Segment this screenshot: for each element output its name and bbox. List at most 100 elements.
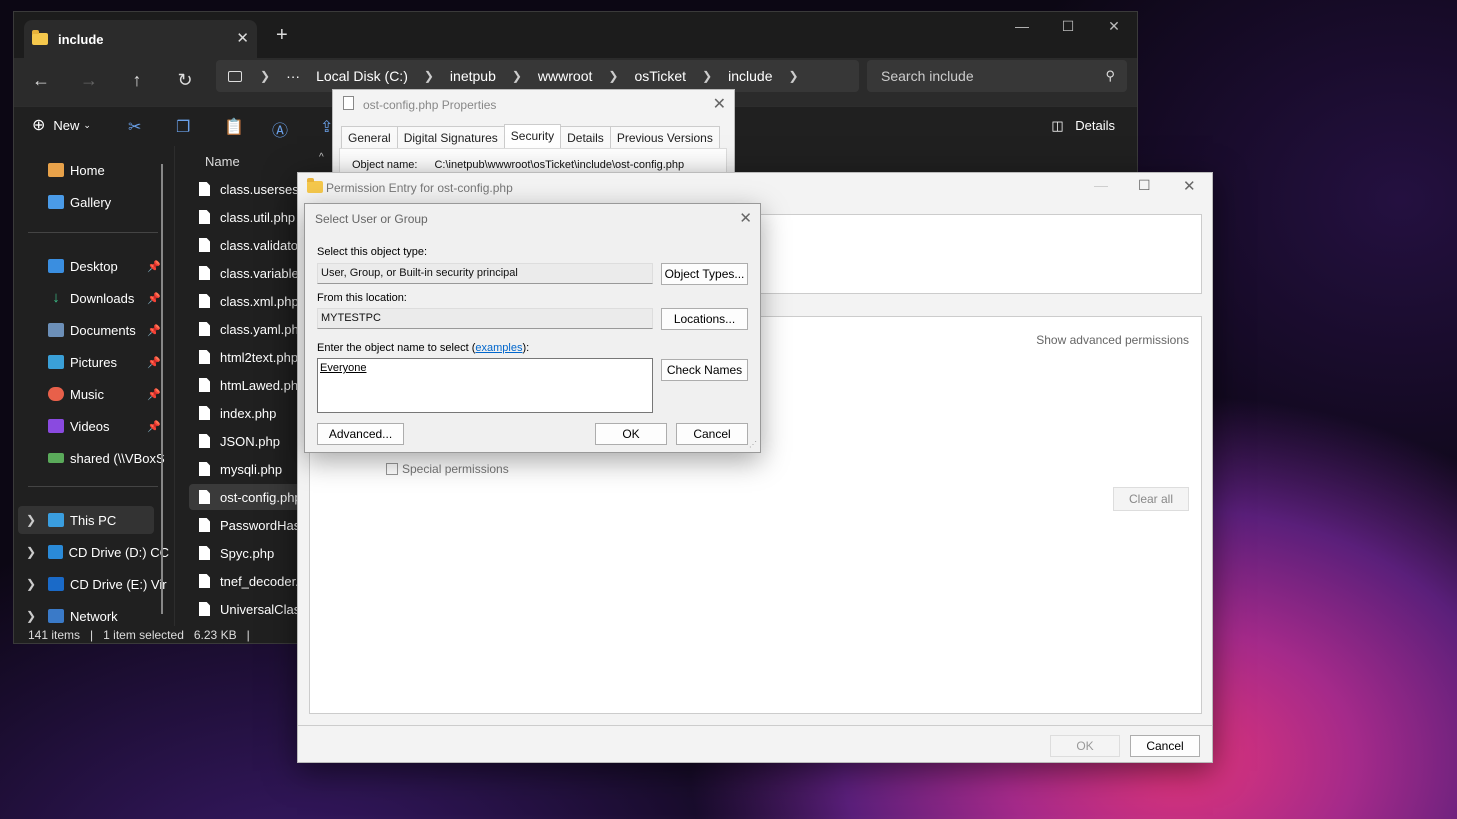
breadcrumb-osticket[interactable]: osTicket bbox=[634, 68, 686, 84]
cancel-button[interactable]: Cancel bbox=[676, 423, 748, 445]
file-name: class.xml.php bbox=[220, 293, 299, 309]
tab-include[interactable]: include ✕ bbox=[24, 20, 257, 58]
divider bbox=[28, 232, 158, 233]
new-button[interactable]: ⊕ New ⌄ bbox=[32, 115, 91, 135]
breadcrumb-inetpub[interactable]: inetpub bbox=[450, 68, 496, 84]
pin-icon[interactable]: 📌 bbox=[147, 388, 161, 401]
pin-icon[interactable]: 📌 bbox=[147, 420, 161, 433]
resize-grip-icon[interactable]: ⋰ bbox=[749, 440, 757, 449]
maximize-icon[interactable]: ☐ bbox=[1048, 18, 1088, 35]
examples-link[interactable]: examples bbox=[475, 342, 522, 354]
sidebar-item-desktop[interactable]: Desktop 📌 bbox=[14, 252, 169, 280]
address-bar[interactable]: ❯ ··· Local Disk (C:) ❯ inetpub ❯ wwwroo… bbox=[216, 60, 859, 92]
file-icon bbox=[199, 238, 210, 252]
details-button[interactable]: ◫ Details bbox=[1051, 118, 1115, 134]
object-name-input[interactable]: Everyone bbox=[317, 358, 653, 413]
chevron-right-icon[interactable]: ❯ bbox=[26, 513, 36, 527]
minimize-icon[interactable]: — bbox=[1002, 18, 1042, 34]
chevron-right-icon[interactable]: ❯ bbox=[26, 545, 36, 559]
file-icon bbox=[199, 378, 210, 392]
pin-icon[interactable]: 📌 bbox=[147, 324, 161, 337]
close-icon[interactable]: ✕ bbox=[739, 209, 752, 227]
sidebar-item-gallery[interactable]: Gallery bbox=[14, 188, 169, 216]
back-icon[interactable]: ← bbox=[28, 70, 54, 91]
up-icon[interactable]: ↑ bbox=[124, 70, 150, 91]
chevron-right-icon[interactable]: ❯ bbox=[789, 69, 799, 83]
chevron-right-icon: ❯ bbox=[702, 69, 713, 83]
show-advanced-permissions-link[interactable]: Show advanced permissions bbox=[1036, 333, 1189, 347]
sidebar-item-pictures[interactable]: Pictures 📌 bbox=[14, 348, 169, 376]
sort-up-icon: ^ bbox=[319, 152, 324, 163]
tab-title: include bbox=[58, 31, 104, 47]
sidebar-item-documents[interactable]: Documents 📌 bbox=[14, 316, 169, 344]
computer-icon bbox=[48, 513, 64, 527]
divider bbox=[28, 486, 158, 487]
chevron-right-icon: ❯ bbox=[423, 69, 434, 83]
pin-icon[interactable]: 📌 bbox=[147, 292, 161, 305]
pin-icon[interactable]: 📌 bbox=[147, 356, 161, 369]
documents-icon bbox=[48, 323, 64, 337]
sidebar-item-label: Pictures bbox=[70, 354, 117, 370]
sidebar-item-label: Home bbox=[70, 162, 105, 178]
object-name-label-prefix: Enter the object name to select ( bbox=[317, 342, 476, 354]
object-types-button[interactable]: Object Types... bbox=[661, 263, 748, 285]
sidebar-item-downloads[interactable]: ↓ Downloads 📌 bbox=[14, 284, 169, 312]
paste-icon[interactable]: 📋 bbox=[224, 117, 244, 137]
breadcrumb-wwwroot[interactable]: wwwroot bbox=[538, 68, 592, 84]
file-icon bbox=[199, 574, 210, 588]
object-type-label: Select this object type: bbox=[317, 246, 428, 258]
close-window-icon[interactable]: ✕ bbox=[1094, 18, 1134, 35]
sidebar-item-label: CD Drive (E:) Vir bbox=[70, 576, 167, 592]
tab-bar: include ✕ + — ☐ ✕ bbox=[14, 12, 1137, 58]
ok-button[interactable]: OK bbox=[595, 423, 667, 445]
network-drive-icon bbox=[48, 453, 64, 463]
overflow-icon[interactable]: ··· bbox=[286, 68, 300, 84]
special-permissions-checkbox[interactable]: Special permissions bbox=[386, 462, 509, 476]
status-divider: | bbox=[90, 628, 94, 642]
file-icon bbox=[199, 406, 210, 420]
file-name: JSON.php bbox=[220, 433, 280, 449]
sidebar-item-cd-drive-d[interactable]: ❯ CD Drive (D:) CC bbox=[14, 538, 169, 566]
properties-dialog: ost-config.php Properties ✕ General Digi… bbox=[332, 89, 735, 179]
file-name: ost-config.php bbox=[220, 489, 302, 505]
gallery-icon bbox=[48, 195, 64, 209]
advanced-button[interactable]: Advanced... bbox=[317, 423, 404, 445]
maximize-icon[interactable]: ☐ bbox=[1138, 177, 1151, 194]
home-icon bbox=[48, 163, 64, 177]
file-name: htmLawed.php bbox=[220, 377, 306, 393]
divider bbox=[298, 725, 1212, 726]
rename-icon[interactable]: Ⓐ bbox=[272, 117, 288, 141]
ok-button[interactable]: OK bbox=[1050, 735, 1120, 757]
refresh-icon[interactable]: ↻ bbox=[172, 70, 198, 91]
breadcrumb-local-disk[interactable]: Local Disk (C:) bbox=[316, 68, 408, 84]
navigation-scrollbar[interactable] bbox=[161, 164, 163, 614]
sidebar-item-videos[interactable]: Videos 📌 bbox=[14, 412, 169, 440]
cancel-button[interactable]: Cancel bbox=[1130, 735, 1200, 757]
close-icon[interactable]: ✕ bbox=[1183, 177, 1196, 195]
cut-icon[interactable]: ✂ bbox=[128, 117, 141, 137]
sidebar-item-home[interactable]: Home bbox=[14, 156, 169, 184]
sidebar-item-cd-drive-e[interactable]: ❯ CD Drive (E:) Vir bbox=[14, 570, 169, 598]
object-name-value: C:\inetpub\wwwroot\osTicket\include\ost-… bbox=[434, 159, 685, 171]
pin-icon[interactable]: 📌 bbox=[147, 260, 161, 273]
column-header-name[interactable]: Name bbox=[205, 154, 240, 169]
network-icon bbox=[48, 609, 64, 623]
file-name: Spyc.php bbox=[220, 545, 275, 561]
item-count: 141 items bbox=[28, 628, 81, 642]
check-names-button[interactable]: Check Names bbox=[661, 359, 748, 381]
sidebar-item-music[interactable]: Music 📌 bbox=[14, 380, 169, 408]
search-input[interactable]: Search include ⚲ bbox=[867, 60, 1127, 92]
new-tab-icon[interactable]: + bbox=[276, 24, 288, 47]
locations-button[interactable]: Locations... bbox=[661, 308, 748, 330]
clear-all-button[interactable]: Clear all bbox=[1113, 487, 1189, 511]
forward-icon[interactable]: → bbox=[76, 70, 102, 91]
copy-icon[interactable]: ❐ bbox=[176, 117, 190, 137]
sidebar-item-this-pc[interactable]: ❯ This PC bbox=[18, 506, 154, 534]
close-tab-icon[interactable]: ✕ bbox=[236, 29, 249, 47]
chevron-right-icon[interactable]: ❯ bbox=[26, 577, 36, 591]
breadcrumb-include[interactable]: include bbox=[728, 68, 772, 84]
chevron-right-icon[interactable]: ❯ bbox=[26, 609, 36, 623]
tab-security[interactable]: Security bbox=[503, 124, 562, 149]
close-icon[interactable]: ✕ bbox=[713, 94, 726, 114]
sidebar-item-shared[interactable]: shared (\\VBoxS bbox=[14, 444, 169, 472]
